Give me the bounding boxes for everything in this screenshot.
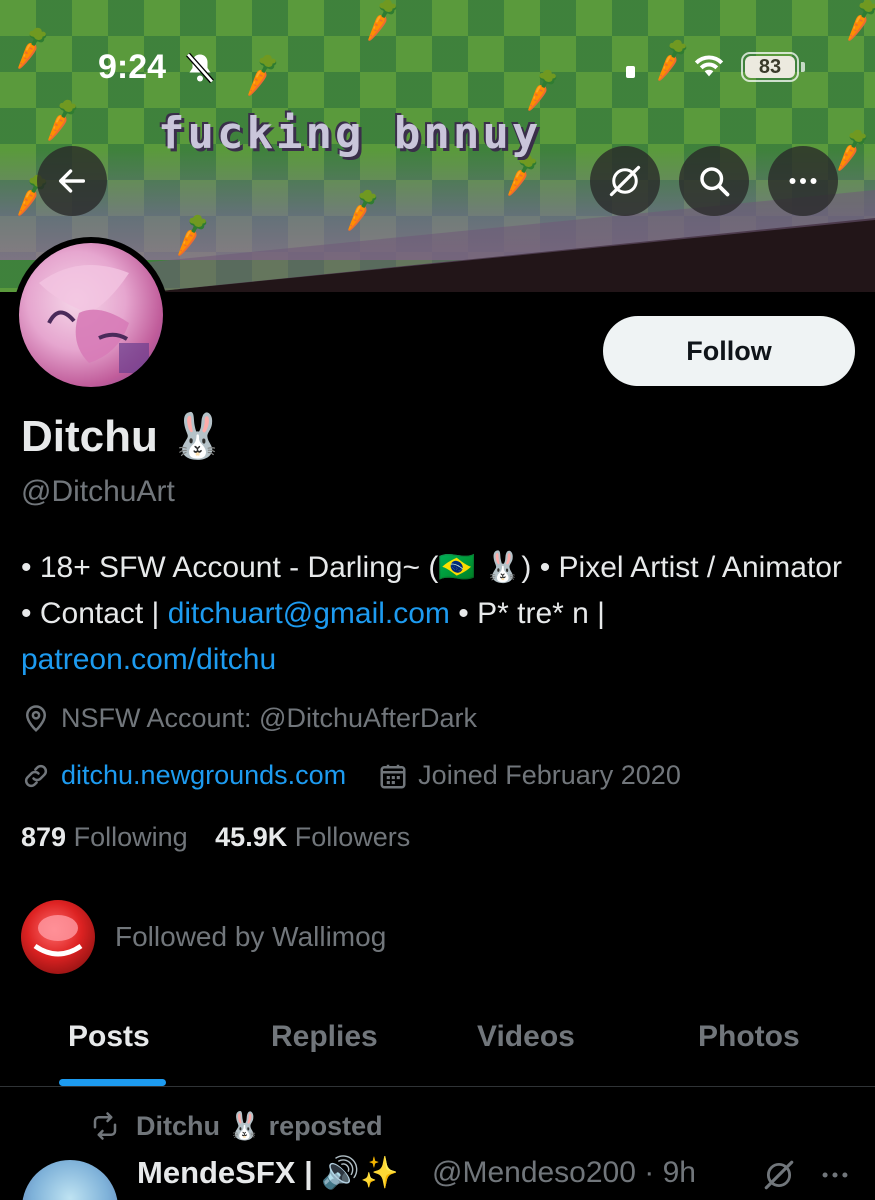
tab-videos[interactable]: Videos	[477, 1020, 575, 1054]
repost-icon	[93, 1112, 117, 1140]
signal-icon	[626, 66, 635, 78]
profile-bio: • 18+ SFW Account - Darling~ (🇧🇷 🐰) • Pi…	[21, 545, 851, 683]
more-icon[interactable]	[818, 1158, 852, 1192]
followers-label: Followers	[294, 822, 411, 852]
repost-label: Ditchu 🐰 reposted	[136, 1111, 383, 1141]
bio-text: • P* tre* n |	[449, 597, 605, 630]
back-arrow-icon	[58, 169, 86, 193]
followers-count: 45.9K	[215, 822, 288, 852]
followed-by[interactable]: Followed by Wallimog	[21, 900, 386, 974]
website-link[interactable]: ditchu.newgrounds.com	[61, 760, 346, 791]
profile-location: NSFW Account: @DitchuAfterDark	[21, 703, 477, 734]
repost-indicator: Ditchu 🐰 reposted	[88, 1110, 383, 1142]
battery-icon: 83	[741, 52, 799, 82]
following-label: Following	[73, 822, 188, 852]
location-text: NSFW Account: @DitchuAfterDark	[61, 703, 478, 733]
location-pin-icon	[25, 704, 47, 732]
profile-website-row: ditchu.newgrounds.com Joined February 20…	[21, 760, 681, 791]
wifi-icon	[694, 55, 724, 77]
tab-replies[interactable]: Replies	[271, 1020, 378, 1054]
grok-slash-icon[interactable]	[762, 1158, 796, 1192]
profile-tabs: Posts Replies Videos Photos	[0, 1005, 875, 1087]
bell-slash-icon	[186, 52, 214, 84]
grok-slash-icon	[609, 165, 641, 197]
more-icon	[789, 178, 817, 184]
search-icon	[700, 167, 730, 197]
follower-avatar	[21, 900, 95, 974]
user-handle: @DitchuArt	[21, 475, 175, 508]
email-link[interactable]: ditchuart@gmail.com	[168, 597, 450, 630]
post-item[interactable]: MendeSFX | 🔊✨ @Mendeso200 · 9h	[0, 1152, 875, 1200]
search-button[interactable]	[679, 146, 749, 216]
avatar-image	[19, 243, 163, 387]
profile-avatar[interactable]	[13, 237, 169, 393]
following-link[interactable]: 879 Following	[21, 822, 188, 852]
battery-nub	[801, 62, 805, 72]
status-time: 9:24	[98, 48, 167, 86]
tab-posts[interactable]: Posts	[68, 1020, 150, 1054]
post-author-handle: @Mendeso200 · 9h	[432, 1156, 696, 1189]
avatar-art	[39, 265, 149, 373]
grok-button[interactable]	[590, 146, 660, 216]
banner-text: fucking bnnuy	[158, 108, 542, 159]
more-button[interactable]	[768, 146, 838, 216]
follower-avatar-art	[33, 915, 83, 957]
post-author-avatar[interactable]	[22, 1160, 118, 1200]
tab-photos[interactable]: Photos	[698, 1020, 800, 1054]
following-count: 879	[21, 822, 67, 852]
back-button[interactable]	[37, 146, 107, 216]
post-author-name[interactable]: MendeSFX | 🔊✨	[137, 1154, 399, 1191]
joined-date: Joined February 2020	[418, 760, 681, 790]
follow-button[interactable]: Follow	[603, 316, 855, 386]
followers-link[interactable]: 45.9K Followers	[215, 822, 410, 852]
link-icon	[24, 764, 48, 787]
followed-by-text: Followed by Wallimog	[115, 921, 387, 952]
battery-level: 83	[745, 56, 795, 78]
status-bar: 9:24 83	[0, 44, 875, 94]
active-tab-indicator	[59, 1079, 166, 1086]
follow-counts: 879 Following 45.9K Followers	[21, 822, 410, 853]
calendar-icon	[380, 764, 406, 788]
patreon-link[interactable]: patreon.com/ditchu	[21, 643, 276, 676]
display-name: Ditchu 🐰	[21, 412, 225, 461]
